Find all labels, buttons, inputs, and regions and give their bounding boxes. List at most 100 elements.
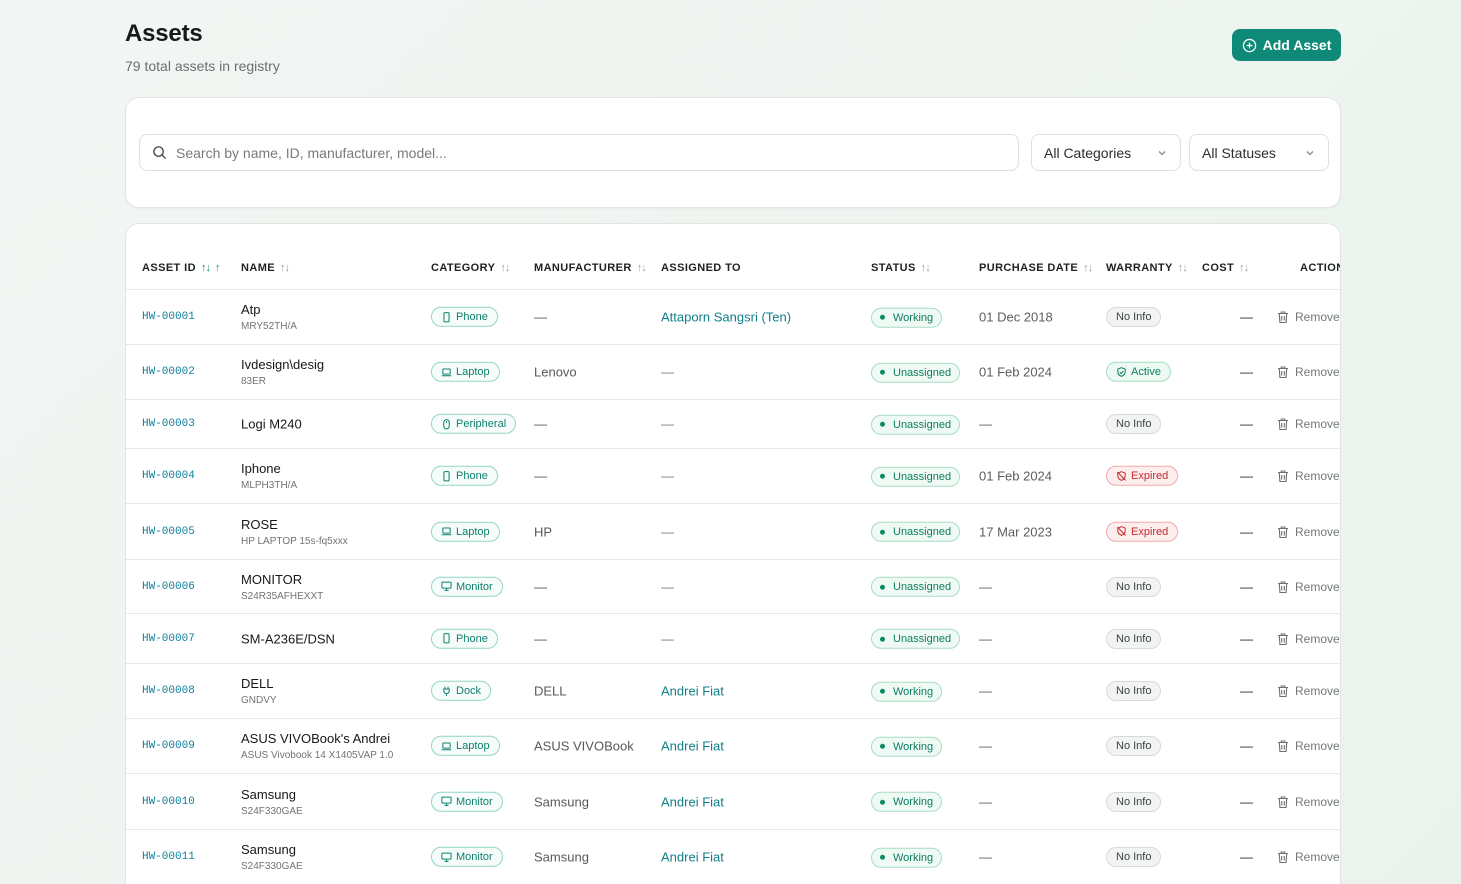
- asset-id-link[interactable]: HW-00006: [142, 581, 195, 593]
- asset-id-link[interactable]: HW-00004: [142, 470, 195, 482]
- table-row: HW-00006 MONITOR S24R35AFHEXXT Monitor —…: [126, 560, 1340, 614]
- remove-button[interactable]: Remove: [1276, 684, 1340, 698]
- status-cell: Unassigned: [871, 362, 961, 383]
- asset-id-link[interactable]: HW-00008: [142, 685, 195, 697]
- col-category[interactable]: CATEGORY ↑↓: [431, 262, 510, 274]
- search-box[interactable]: [139, 134, 1019, 171]
- assigned-to-link[interactable]: Andrei Fiat: [661, 794, 724, 809]
- category-label: Phone: [456, 310, 488, 323]
- manufacturer-cell: DELL: [534, 683, 567, 699]
- remove-button[interactable]: Remove: [1276, 525, 1340, 539]
- col-warranty-label: WARRANTY: [1106, 262, 1173, 274]
- category-badge: Laptop: [431, 361, 500, 382]
- warranty-cell: No Info: [1106, 791, 1162, 812]
- assigned-to-link[interactable]: Andrei Fiat: [661, 684, 724, 699]
- status-dot: [880, 743, 885, 749]
- assigned-to-link[interactable]: Andrei Fiat: [661, 850, 724, 865]
- table-row: HW-00002 Ivdesign\desig 83ER Laptop Leno…: [126, 345, 1340, 400]
- table-row: HW-00005 ROSE HP LAPTOP 15s-fq5xxx Lapto…: [126, 504, 1340, 560]
- asset-id-link[interactable]: HW-00011: [142, 851, 195, 863]
- manufacturer-cell: Lenovo: [534, 364, 577, 380]
- asset-id-link[interactable]: HW-00009: [142, 740, 195, 752]
- remove-button[interactable]: Remove: [1276, 632, 1340, 646]
- remove-button[interactable]: Remove: [1276, 850, 1340, 864]
- search-input[interactable]: [176, 144, 996, 161]
- remove-button[interactable]: Remove: [1276, 469, 1340, 483]
- warranty-badge: No Info: [1106, 681, 1162, 701]
- purchase-date-cell: —: [979, 579, 992, 594]
- asset-id-link[interactable]: HW-00007: [142, 633, 195, 645]
- asset-name: Samsung: [241, 786, 296, 802]
- remove-button[interactable]: Remove: [1276, 795, 1340, 809]
- remove-button[interactable]: Remove: [1276, 417, 1340, 431]
- remove-button[interactable]: Remove: [1276, 580, 1340, 594]
- status-dot: [880, 584, 885, 590]
- warranty-cell: No Info: [1106, 414, 1162, 434]
- category-label: Peripheral: [456, 417, 507, 430]
- remove-button[interactable]: Remove: [1276, 310, 1340, 324]
- cost-cell: —: [1240, 794, 1253, 809]
- asset-name: DELL: [241, 676, 274, 691]
- asset-name-cell: Samsung S24F330GAE: [241, 842, 303, 872]
- status-badge: Unassigned: [871, 628, 961, 649]
- trash-icon: [1278, 851, 1288, 864]
- table-row: HW-00010 Samsung S24F330GAE Monitor Sams…: [126, 774, 1340, 830]
- sort-icon: ↑↓: [1177, 262, 1188, 274]
- asset-id-link[interactable]: HW-00001: [142, 311, 195, 323]
- col-warranty[interactable]: WARRANTY ↑↓: [1106, 262, 1188, 274]
- add-asset-button[interactable]: Add Asset: [1232, 29, 1341, 61]
- cost-cell: —: [1240, 631, 1253, 646]
- purchase-date-cell: —: [979, 631, 992, 646]
- remove-label: Remove: [1295, 739, 1340, 753]
- trash-icon: [1278, 685, 1288, 698]
- col-asset-id[interactable]: ASSET ID ↑↓ ↑: [142, 262, 220, 274]
- category-badge: Monitor: [431, 576, 503, 597]
- col-status[interactable]: STATUS ↑↓: [871, 262, 931, 274]
- asset-name: Iphone: [241, 461, 281, 476]
- asset-id-link[interactable]: HW-00002: [142, 366, 195, 378]
- assigned-to-link[interactable]: Andrei Fiat: [661, 739, 724, 754]
- asset-name: Logi M240: [241, 416, 302, 432]
- col-cost[interactable]: COST ↑↓: [1202, 262, 1249, 274]
- warranty-label: No Info: [1116, 851, 1152, 863]
- category-badge: Phone: [431, 628, 498, 649]
- asset-id-link[interactable]: HW-00005: [142, 526, 195, 538]
- trash-icon: [1278, 795, 1288, 808]
- asset-id-link[interactable]: HW-00003: [142, 418, 195, 430]
- col-cost-label: COST: [1202, 262, 1235, 274]
- table-row: HW-00008 DELL GNDVY Dock DELL Andrei Fia…: [126, 664, 1340, 719]
- col-manufacturer-label: MANUFACTURER: [534, 262, 632, 274]
- cost-cell: —: [1240, 468, 1253, 484]
- remove-button[interactable]: Remove: [1276, 739, 1340, 753]
- manufacturer-cell: ASUS VIVOBook: [534, 738, 634, 754]
- trash-icon: [1278, 311, 1288, 324]
- purchase-date-cell: 01 Dec 2018: [979, 309, 1053, 325]
- trash-icon: [1278, 366, 1288, 379]
- remove-button[interactable]: Remove: [1276, 365, 1340, 379]
- category-label: Dock: [456, 684, 482, 697]
- status-dot: [880, 636, 885, 642]
- category-select[interactable]: All Categories: [1031, 134, 1181, 171]
- cost-cell: —: [1240, 416, 1253, 432]
- remove-label: Remove: [1295, 850, 1340, 864]
- status-select[interactable]: All Statuses: [1189, 134, 1329, 171]
- warranty-badge: Active: [1106, 361, 1171, 382]
- asset-name-cell: DELL GNDVY: [241, 676, 277, 706]
- purchase-date-cell: —: [979, 416, 992, 432]
- warranty-label: Expired: [1131, 525, 1169, 538]
- col-manufacturer[interactable]: MANUFACTURER ↑↓: [534, 262, 647, 274]
- col-name[interactable]: NAME ↑↓: [241, 262, 290, 274]
- category-label: Phone: [456, 632, 488, 645]
- phone-icon: [441, 470, 452, 481]
- sort-icon: ↑↓: [200, 262, 211, 274]
- category-select-value: All Categories: [1044, 144, 1132, 161]
- asset-model: S24F330GAE: [241, 805, 303, 817]
- category-badge: Laptop: [431, 521, 500, 542]
- asset-id-link[interactable]: HW-00010: [142, 796, 195, 808]
- status-dot: [880, 688, 885, 694]
- status-label: Unassigned: [893, 366, 952, 379]
- col-purchase-date[interactable]: PURCHASE DATE ↑↓: [979, 262, 1093, 274]
- warranty-label: No Info: [1116, 580, 1152, 593]
- assigned-to-link[interactable]: Attaporn Sangsri (Ten): [661, 310, 791, 325]
- status-badge: Working: [871, 681, 943, 702]
